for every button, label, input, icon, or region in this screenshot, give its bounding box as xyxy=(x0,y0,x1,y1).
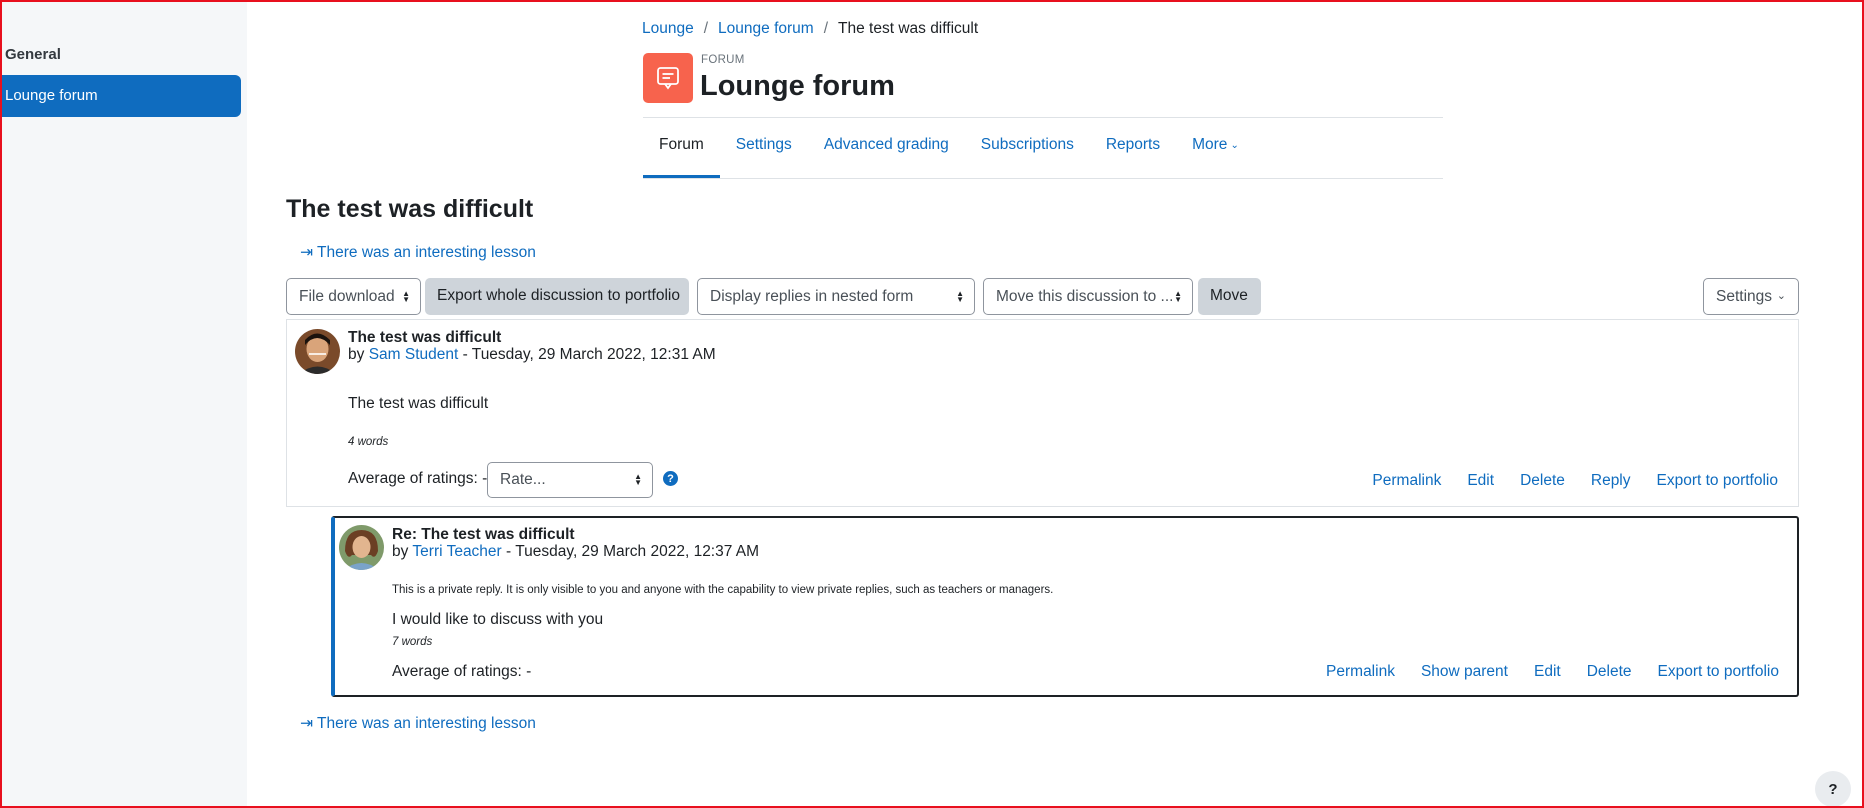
by-label: by xyxy=(348,346,365,363)
arrow-left-icon: ⇥ xyxy=(300,715,318,732)
select-arrows-icon: ▲ ▼ xyxy=(634,472,642,487)
prev-discussion-label: There was an interesting lesson xyxy=(317,244,536,261)
post-word-count: 7 words xyxy=(392,636,433,648)
settings-dropdown[interactable]: Settings ⌄ xyxy=(1703,278,1799,315)
select-arrows-icon: ▲ ▼ xyxy=(956,289,964,304)
tab-more[interactable]: More ⌄ xyxy=(1176,118,1255,178)
tab-reports[interactable]: Reports xyxy=(1090,118,1176,178)
delete-link[interactable]: Delete xyxy=(1520,472,1565,490)
post-word-count: 4 words xyxy=(348,436,389,448)
tab-forum[interactable]: Forum xyxy=(643,118,720,178)
post-actions: Permalink Edit Delete Reply Export to po… xyxy=(1372,472,1778,490)
post-rating-label: Average of ratings: - xyxy=(348,470,488,487)
footer-help-button[interactable]: ? xyxy=(1815,771,1851,807)
post-date: - Tuesday, 29 March 2022, 12:37 AM xyxy=(506,543,760,560)
breadcrumb-current: The test was difficult xyxy=(838,20,979,37)
breadcrumb-lounge-forum[interactable]: Lounge forum xyxy=(718,20,814,38)
export-to-portfolio-link[interactable]: Export to portfolio xyxy=(1657,472,1778,490)
forum-post-reply: Re: The test was difficult by Terri Teac… xyxy=(331,516,1799,697)
discussion-title: The test was difficult xyxy=(286,195,534,223)
help-icon[interactable]: ? xyxy=(663,471,678,486)
forum-kicker: FORUM xyxy=(701,54,745,66)
chevron-down-icon: ⌄ xyxy=(1230,140,1239,151)
tab-subscriptions[interactable]: Subscriptions xyxy=(965,118,1090,178)
file-download-label: File download xyxy=(299,288,395,305)
delete-link[interactable]: Delete xyxy=(1587,663,1632,681)
tab-settings[interactable]: Settings xyxy=(720,118,808,178)
file-download-select[interactable]: File download ▲ ▼ xyxy=(286,278,421,315)
next-discussion-link[interactable]: ⇥ There was an interesting lesson xyxy=(300,714,536,733)
sidebar-section-general[interactable]: General xyxy=(5,46,61,63)
chevron-down-icon: ⌄ xyxy=(1776,290,1786,302)
rate-select[interactable]: Rate... ▲ ▼ xyxy=(487,462,653,498)
display-mode-label: Display replies in nested form xyxy=(710,288,914,305)
rate-select-label: Rate... xyxy=(500,471,546,488)
settings-label: Settings xyxy=(1716,288,1773,305)
post-byline: by Terri Teacher - Tuesday, 29 March 202… xyxy=(392,543,759,561)
next-discussion-label: There was an interesting lesson xyxy=(317,715,536,732)
post-subject: Re: The test was difficult xyxy=(392,526,575,543)
show-parent-link[interactable]: Show parent xyxy=(1421,663,1508,681)
sidebar-item-lounge-forum[interactable]: Lounge forum xyxy=(2,75,241,117)
export-to-portfolio-link[interactable]: Export to portfolio xyxy=(1658,663,1779,681)
breadcrumb-lounge[interactable]: Lounge xyxy=(642,20,694,38)
move-button[interactable]: Move xyxy=(1198,278,1261,315)
post-byline: by Sam Student - Tuesday, 29 March 2022,… xyxy=(348,346,716,364)
tab-more-label: More xyxy=(1192,136,1228,153)
post-body: The test was difficult xyxy=(348,395,489,412)
move-discussion-label: Move this discussion to ... xyxy=(996,288,1174,305)
permalink-link[interactable]: Permalink xyxy=(1372,472,1441,490)
prev-discussion-link[interactable]: ⇥ There was an interesting lesson xyxy=(300,243,536,262)
select-arrows-icon: ▲ ▼ xyxy=(1174,289,1182,304)
post-subject: The test was difficult xyxy=(348,329,502,346)
move-discussion-select[interactable]: Move this discussion to ... ▲ ▼ xyxy=(983,278,1193,315)
private-reply-note: This is a private reply. It is only visi… xyxy=(392,584,1054,596)
breadcrumb-separator: / xyxy=(703,20,709,37)
avatar[interactable] xyxy=(339,525,384,570)
forum-post: The test was difficult by Sam Student - … xyxy=(286,319,1799,507)
post-body: I would like to discuss with you xyxy=(392,611,604,628)
display-mode-select[interactable]: Display replies in nested form ▲ ▼ xyxy=(697,278,975,315)
arrow-left-icon: ⇥ xyxy=(300,244,318,261)
post-actions: Permalink Show parent Edit Delete Export… xyxy=(1326,663,1779,681)
permalink-link[interactable]: Permalink xyxy=(1326,663,1395,681)
breadcrumb-separator: / xyxy=(823,20,829,37)
select-arrows-icon: ▲ ▼ xyxy=(402,289,410,304)
breadcrumb: Lounge / Lounge forum / The test was dif… xyxy=(642,20,978,38)
tab-advanced-grading[interactable]: Advanced grading xyxy=(808,118,965,178)
reply-link[interactable]: Reply xyxy=(1591,472,1631,490)
edit-link[interactable]: Edit xyxy=(1534,663,1561,681)
tabs-divider xyxy=(643,178,1443,179)
post-author-link[interactable]: Terri Teacher xyxy=(412,543,501,560)
post-author-link[interactable]: Sam Student xyxy=(369,346,459,363)
post-date: - Tuesday, 29 March 2022, 12:31 AM xyxy=(462,346,716,363)
export-discussion-button[interactable]: Export whole discussion to portfolio xyxy=(425,278,689,315)
page-title: Lounge forum xyxy=(700,70,895,102)
forum-icon xyxy=(643,53,693,103)
secondary-nav: Forum Settings Advanced grading Subscrip… xyxy=(643,118,1255,178)
post-rating-label: Average of ratings: - xyxy=(392,663,532,680)
avatar[interactable] xyxy=(295,329,340,374)
course-index-sidebar: General Lounge forum xyxy=(2,2,247,806)
edit-link[interactable]: Edit xyxy=(1467,472,1494,490)
by-label: by xyxy=(392,543,409,560)
